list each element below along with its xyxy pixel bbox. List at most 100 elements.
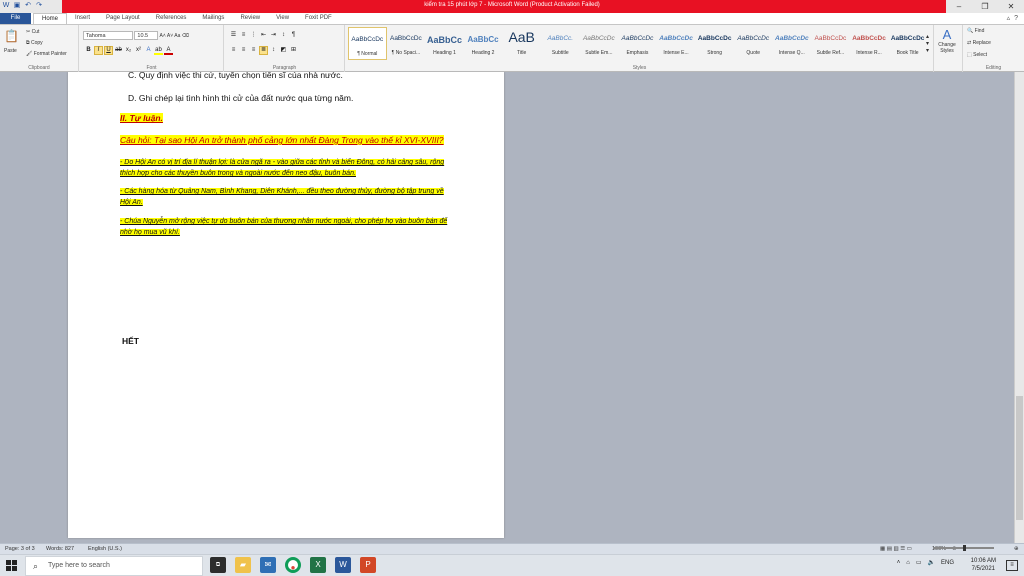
tab-view[interactable]: View	[268, 13, 297, 24]
help-icon[interactable]: ?	[1014, 13, 1018, 24]
style-intense-quote[interactable]: AaBbCcDc Intense Q...	[773, 27, 812, 60]
cut-button[interactable]: ✂ Cut	[26, 29, 39, 35]
tab-foxit-pdf[interactable]: Foxit PDF	[297, 13, 340, 24]
powerpoint-icon[interactable]: P	[360, 557, 376, 573]
tab-references[interactable]: References	[148, 13, 195, 24]
align-left-icon[interactable]: ≡	[229, 46, 238, 55]
increase-indent-icon[interactable]: ⇥	[269, 31, 278, 40]
file-explorer-icon[interactable]: ▰	[235, 557, 251, 573]
tab-file[interactable]: File	[0, 13, 31, 24]
restore-icon[interactable]: ❐	[972, 0, 998, 13]
font-size-box[interactable]: 10.5	[134, 31, 159, 40]
answer-paragraph-2: - Các hàng hóa từ Quảng Nam, Bình Khang,…	[120, 188, 444, 206]
zoom-slider-knob[interactable]	[962, 545, 966, 551]
subscript-icon[interactable]: x₂	[124, 46, 133, 55]
minimize-icon[interactable]: –	[946, 0, 972, 13]
find-button[interactable]: 🔍 Find	[967, 28, 984, 34]
print-layout-icon[interactable]: ▦	[880, 546, 885, 552]
style-subtle-reference[interactable]: AaBbCcDc Subtle Ref...	[811, 27, 850, 60]
copy-button[interactable]: ⧉ Copy	[26, 40, 43, 46]
document-workspace[interactable]: C. Quy định việc thi cử, tuyển chọn tiến…	[0, 72, 1014, 543]
style-intense-reference[interactable]: AaBbCcDc Intense R...	[850, 27, 889, 60]
clear-formatting-icon[interactable]: ⌫	[182, 33, 189, 39]
change-case-icon[interactable]: Aa	[174, 33, 182, 39]
select-button[interactable]: ⬚ Select	[967, 52, 987, 58]
excel-icon[interactable]: X	[310, 557, 326, 573]
style-emphasis[interactable]: AaBbCcDc Emphasis	[618, 27, 657, 60]
windows-start-icon[interactable]	[6, 560, 18, 572]
change-styles-button[interactable]: A Change Styles	[936, 27, 958, 54]
italic-icon[interactable]: I	[94, 46, 103, 55]
language-indicator[interactable]: English (U.S.)	[88, 546, 122, 552]
document-page[interactable]: C. Quy định việc thi cử, tuyển chọn tiến…	[68, 72, 504, 538]
word-count[interactable]: Words: 827	[46, 546, 74, 552]
minimize-ribbon-icon[interactable]: ▵	[1007, 13, 1011, 24]
style-heading-1[interactable]: AaBbCc Heading 1	[425, 27, 464, 60]
highlight-icon[interactable]: ab	[154, 46, 163, 55]
battery-icon[interactable]: ▭	[916, 559, 922, 566]
chrome-icon[interactable]: ●	[285, 557, 301, 573]
tab-insert[interactable]: Insert	[67, 13, 98, 24]
grow-font-icon[interactable]: A˄	[160, 33, 167, 39]
style-subtle-emphasis[interactable]: AaBbCcDc Subtle Em...	[580, 27, 619, 60]
draft-icon[interactable]: ▭	[907, 546, 912, 552]
borders-icon[interactable]: ⊞	[289, 46, 298, 55]
outline-icon[interactable]: ☰	[900, 546, 905, 552]
align-right-icon[interactable]: ≡	[249, 46, 258, 55]
font-name-box[interactable]: Tahoma	[83, 31, 133, 40]
format-painter-button[interactable]: 🖌 Format Painter	[26, 51, 67, 57]
justify-icon[interactable]: ≣	[259, 46, 268, 55]
styles-more-icon[interactable]: ▴ ▾ ▾	[926, 33, 929, 54]
underline-icon[interactable]: U	[104, 46, 113, 55]
network-icon[interactable]: ⌂	[906, 560, 910, 566]
mail-icon[interactable]: ✉	[260, 557, 276, 573]
font-color-icon[interactable]: A	[164, 46, 173, 55]
decrease-indent-icon[interactable]: ⇤	[259, 31, 268, 40]
tab-page-layout[interactable]: Page Layout	[98, 13, 148, 24]
chevron-up-icon[interactable]: ˄	[897, 560, 901, 566]
replace-button[interactable]: ⇄ Replace	[967, 40, 991, 46]
style-intense-emphasis[interactable]: AaBbCcDc Intense E...	[657, 27, 696, 60]
font-format-buttons: B I U ab x₂ x² A ab A	[84, 46, 173, 55]
style-quote[interactable]: AaBbCcDc Quote	[734, 27, 773, 60]
style-book-title[interactable]: AaBbCcDc Book Title	[888, 27, 927, 60]
page-count[interactable]: Page: 3 of 3	[5, 546, 35, 552]
paste-button[interactable]: Paste	[4, 48, 17, 54]
tab-home[interactable]: Home	[33, 13, 68, 24]
tab-review[interactable]: Review	[232, 13, 268, 24]
shading-icon[interactable]: ◩	[279, 46, 288, 55]
zoom-slider[interactable]	[934, 545, 994, 551]
vertical-scrollbar[interactable]	[1014, 72, 1024, 543]
word-icon[interactable]: W	[335, 557, 351, 573]
tab-mailings[interactable]: Mailings	[194, 13, 232, 24]
style-heading-2[interactable]: AaBbCc Heading 2	[464, 27, 503, 60]
text-effects-icon[interactable]: A	[144, 46, 153, 55]
full-screen-icon[interactable]: ▤	[887, 546, 892, 552]
web-layout-icon[interactable]: ▥	[893, 546, 898, 552]
numbering-icon[interactable]: ≡	[239, 31, 248, 40]
taskbar-search-input[interactable]: ⌕ Type here to search	[25, 556, 203, 576]
strikethrough-icon[interactable]: ab	[114, 46, 123, 55]
sort-icon[interactable]: ↕	[279, 31, 288, 40]
align-center-icon[interactable]: ≡	[239, 46, 248, 55]
input-language[interactable]: ENG	[941, 560, 954, 566]
task-view-icon[interactable]: ⧉	[210, 557, 226, 573]
superscript-icon[interactable]: x²	[134, 46, 143, 55]
close-icon[interactable]: ✕	[998, 0, 1024, 13]
multilevel-list-icon[interactable]: ⋮	[249, 31, 258, 40]
volume-icon[interactable]: 🔈	[928, 559, 935, 566]
style-no-spacing[interactable]: AaBbCcDc ¶ No Spaci...	[387, 27, 426, 60]
scrollbar-thumb[interactable]	[1016, 396, 1023, 520]
notifications-icon[interactable]: ≡	[1006, 560, 1018, 571]
pilcrow-icon[interactable]: ¶	[289, 31, 298, 40]
style-normal[interactable]: AaBbCcDc ¶ Normal	[348, 27, 387, 60]
style-strong[interactable]: AaBbCcDc Strong	[695, 27, 734, 60]
paste-icon[interactable]: 📋	[4, 29, 19, 43]
bullets-icon[interactable]: ☰	[229, 31, 238, 40]
clock[interactable]: 10:06 AM 7/5/2021	[971, 557, 996, 573]
style-subtitle[interactable]: AaBbCc. Subtitle	[541, 27, 580, 60]
zoom-in-icon[interactable]: ⊕	[1014, 546, 1019, 552]
bold-icon[interactable]: B	[84, 46, 93, 55]
line-spacing-icon[interactable]: ↕	[269, 46, 278, 55]
style-title[interactable]: AaB Title	[502, 27, 541, 60]
